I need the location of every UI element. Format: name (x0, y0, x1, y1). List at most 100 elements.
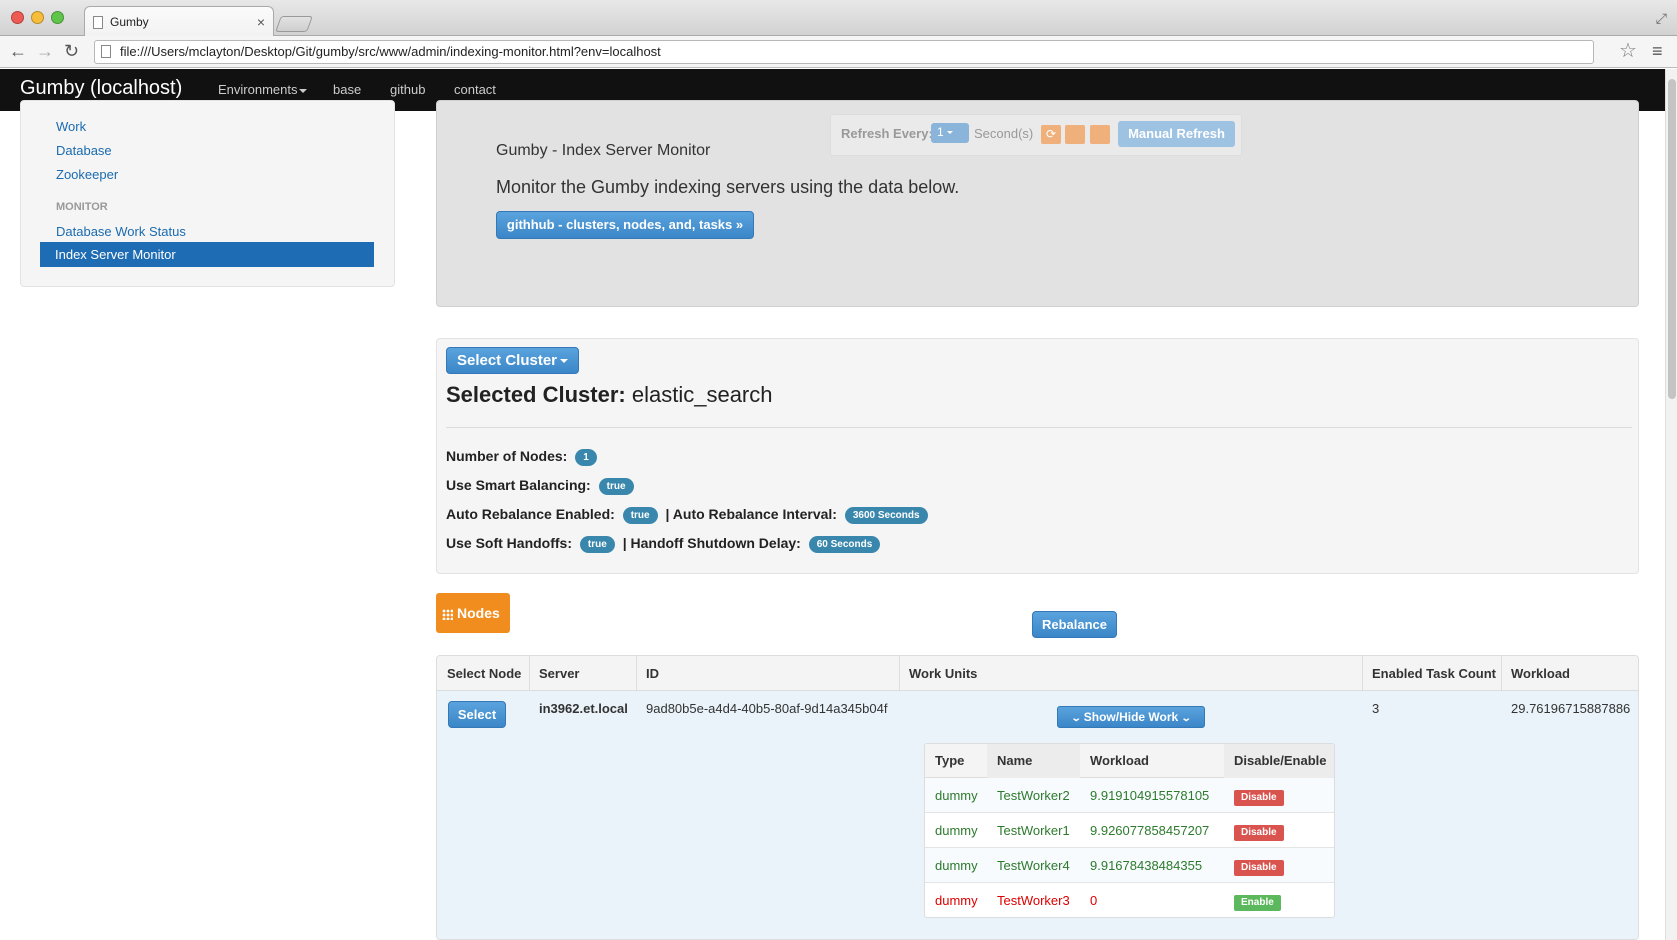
column-divider (899, 656, 900, 691)
sidebar-item-database[interactable]: Database (56, 143, 112, 158)
work-units-table: Type Name Workload Disable/Enable dummy … (924, 743, 1335, 918)
disable-button[interactable]: Disable (1234, 790, 1284, 806)
table-row: dummy TestWorker2 9.919104915578105 Disa… (925, 778, 1334, 813)
browser-tab[interactable]: Gumby × (84, 6, 274, 37)
soft-handoffs-label: Use Soft Handoffs: (446, 535, 572, 551)
page-title: Gumby - Index Server Monitor (496, 142, 711, 159)
refresh-unit-label: Second(s) (974, 126, 1034, 141)
sidebar-item-zookeeper[interactable]: Zookeeper (56, 167, 118, 182)
rebalance-button[interactable]: Rebalance (1032, 611, 1117, 638)
soft-handoffs-row: Use Soft Handoffs: true | Handoff Shutdo… (446, 535, 884, 553)
header-name: Name (987, 744, 1080, 778)
select-cluster-label: Select Cluster (456, 352, 558, 369)
menu-icon[interactable]: ≡ (1652, 41, 1663, 61)
header-type: Type (935, 753, 965, 768)
enable-button[interactable]: Enable (1234, 895, 1281, 911)
github-link-button[interactable]: githhub - clusters, nodes, and, tasks » (496, 211, 754, 239)
type-cell: dummy (935, 858, 978, 873)
bookmark-star-icon[interactable]: ☆ (1619, 41, 1637, 61)
nav-environments-label: Environments (218, 82, 298, 97)
workload-cell: 9.91678438484355 (1090, 858, 1203, 873)
auto-rebalance-row: Auto Rebalance Enabled: true | Auto Reba… (446, 506, 932, 524)
reload-icon[interactable]: ↻ (64, 41, 79, 61)
name-cell: TestWorker2 (997, 788, 1070, 803)
column-divider (636, 656, 637, 691)
stop-button[interactable] (1090, 125, 1110, 144)
back-icon[interactable]: ← (9, 41, 27, 61)
nodes-button-label: Nodes (457, 605, 500, 621)
brand[interactable]: Gumby (localhost) (20, 77, 182, 100)
auto-rebalance-label: Auto Rebalance Enabled: (446, 506, 615, 522)
url-text: file:///Users/mclayton/Desktop/Git/gumby… (120, 44, 661, 59)
manual-refresh-button[interactable]: Manual Refresh (1118, 121, 1235, 147)
header-server: Server (539, 666, 580, 681)
nodes-button[interactable]: Nodes (436, 593, 510, 633)
smart-balancing-label: Use Smart Balancing: (446, 477, 591, 493)
header-work-units: Work Units (909, 666, 978, 681)
scrollbar-thumb[interactable] (1668, 79, 1676, 399)
refresh-label: Refresh Every: (841, 126, 933, 141)
header-disable-enable: Disable/Enable (1224, 744, 1334, 778)
grid-icon (442, 608, 453, 620)
nav-github[interactable]: github (390, 82, 425, 97)
caret-down-icon (299, 88, 308, 93)
close-tab-icon[interactable]: × (257, 14, 265, 30)
page-description: Monitor the Gumby indexing servers using… (496, 177, 960, 197)
select-cluster-button[interactable]: Select Cluster (446, 347, 579, 374)
minimize-window-icon[interactable] (31, 11, 44, 24)
refresh-interval-select[interactable]: 1 (931, 123, 969, 143)
show-hide-work-button[interactable]: ⌄ Show/Hide Work ⌄ (1057, 706, 1205, 728)
address-bar[interactable]: file:///Users/mclayton/Desktop/Git/gumby… (94, 40, 1594, 64)
nav-contact[interactable]: contact (454, 82, 496, 97)
fullscreen-icon[interactable]: ⤢ (1656, 10, 1667, 27)
nodes-table: Select Node Server ID Work Units Enabled… (436, 655, 1639, 940)
soft-handoffs-badge: true (579, 535, 615, 553)
close-window-icon[interactable] (11, 11, 24, 24)
browser-toolbar: ← → ↻ file:///Users/mclayton/Desktop/Git… (0, 36, 1677, 68)
zoom-window-icon[interactable] (51, 11, 64, 24)
workload-cell: 0 (1090, 893, 1098, 908)
column-divider (1362, 656, 1363, 691)
new-tab-button[interactable] (275, 16, 313, 32)
selected-cluster-heading: Selected Cluster: elastic_search (446, 382, 773, 408)
table-row: dummy TestWorker4 9.91678438484355 Disab… (925, 848, 1334, 883)
page-icon (101, 45, 111, 58)
show-hide-label: Show/Hide Work (1083, 710, 1179, 724)
select-node-button[interactable]: Select (448, 701, 506, 728)
selected-cluster-value: elastic_search (631, 382, 773, 407)
auto-rebalance-interval-label: | Auto Rebalance Interval: (665, 506, 837, 522)
header-workload: Workload (1511, 666, 1570, 681)
auto-rebalance-badge: true (622, 506, 658, 524)
table-row: dummy TestWorker3 0 Enable (925, 883, 1334, 917)
disable-button[interactable]: Disable (1234, 860, 1284, 876)
server-cell: in3962.et.local (539, 701, 628, 716)
type-cell: dummy (935, 823, 978, 838)
sidebar-item-index-server-monitor[interactable]: Index Server Monitor (40, 242, 374, 267)
header-workload: Workload (1090, 753, 1149, 768)
num-nodes-badge: 1 (575, 448, 597, 466)
sidebar-item-database-work-status[interactable]: Database Work Status (56, 224, 186, 239)
pause-button[interactable] (1065, 125, 1085, 144)
auto-refresh-icon[interactable]: ⟳ (1041, 125, 1061, 144)
nav-base[interactable]: base (333, 82, 361, 97)
header-id: ID (646, 666, 659, 681)
caret-down-icon (560, 359, 569, 364)
page-scrollbar[interactable] (1665, 69, 1677, 940)
forward-icon[interactable]: → (36, 41, 54, 61)
num-nodes-row: Number of Nodes: 1 (446, 448, 601, 466)
nav-environments[interactable]: Environments (218, 82, 308, 97)
tab-title: Gumby (110, 15, 149, 29)
sidebar-item-work[interactable]: Work (56, 119, 86, 134)
workload-cell: 9.919104915578105 (1090, 788, 1210, 803)
page-icon (93, 15, 103, 29)
nodes-table-header: Select Node Server ID Work Units Enabled… (437, 656, 1638, 691)
caret-down-icon (946, 131, 953, 135)
column-divider (529, 656, 530, 691)
smart-balancing-badge: true (598, 477, 634, 495)
disable-button[interactable]: Disable (1234, 825, 1284, 841)
handoff-delay-label: | Handoff Shutdown Delay: (622, 535, 801, 551)
table-row: Select in3962.et.local 9ad80b5e-a4d4-40b… (437, 691, 1638, 939)
name-cell: TestWorker1 (997, 823, 1070, 838)
handoff-delay-badge: 60 Seconds (808, 535, 881, 553)
work-units-header: Type Name Workload Disable/Enable (925, 744, 1334, 778)
